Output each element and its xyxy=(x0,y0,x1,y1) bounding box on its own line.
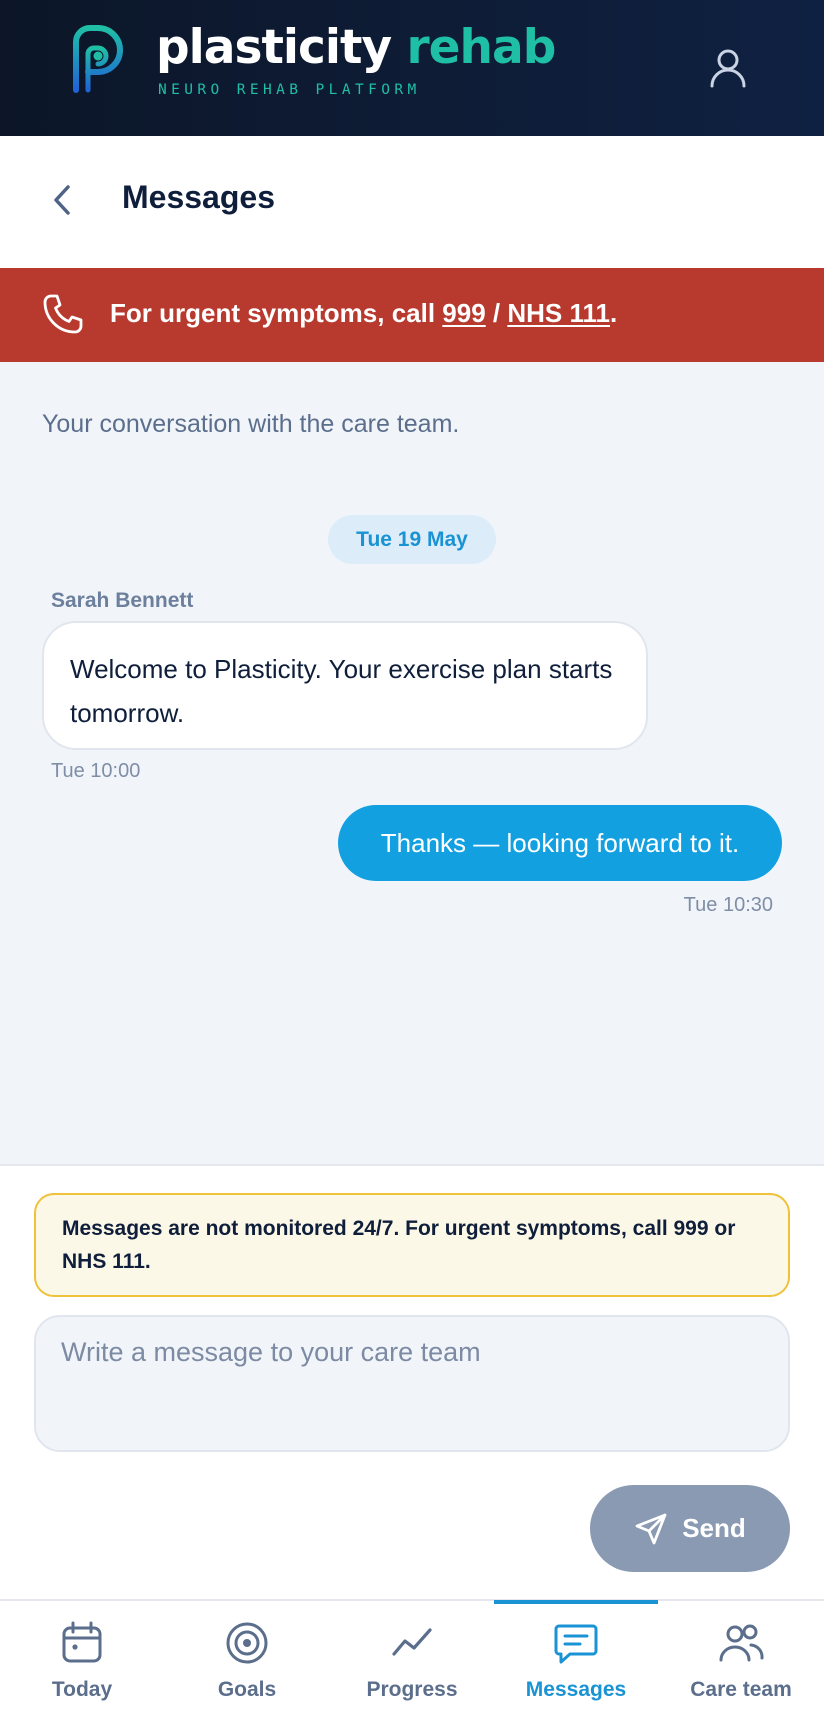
date-chip: Tue 19 May xyxy=(328,515,496,564)
profile-button[interactable] xyxy=(700,40,756,96)
call-999-link[interactable]: 999 xyxy=(442,298,485,328)
app-header: plasticity rehab NEURO REHAB PLATFORM xyxy=(0,0,824,136)
trend-line-icon xyxy=(392,1628,432,1656)
brand-tagline: NEURO REHAB PLATFORM xyxy=(158,82,421,98)
urgent-banner-text: For urgent symptoms, call 999 / NHS 111. xyxy=(110,298,617,329)
message-input[interactable] xyxy=(34,1315,790,1452)
outgoing-message-bubble: Thanks — looking forward to it. xyxy=(338,805,782,881)
brand-name-main: plasticity xyxy=(156,20,392,75)
brand-name: plasticity rehab xyxy=(156,20,556,75)
send-button[interactable]: Send xyxy=(590,1485,790,1572)
send-icon xyxy=(635,1513,667,1544)
outgoing-message-time: Tue 10:30 xyxy=(683,894,773,916)
people-icon xyxy=(719,1624,764,1662)
calendar-icon xyxy=(62,1621,102,1663)
nav-label-today: Today xyxy=(51,1678,113,1701)
back-button[interactable] xyxy=(40,178,84,222)
incoming-message-time: Tue 10:00 xyxy=(51,760,141,782)
chevron-left-icon xyxy=(54,185,70,215)
nav-label-care-team: Care team xyxy=(690,1678,792,1701)
nav-label-progress: Progress xyxy=(366,1678,458,1701)
user-icon xyxy=(710,49,746,88)
target-icon xyxy=(226,1622,268,1664)
nav-item-care-team[interactable]: Care team xyxy=(659,1599,823,1720)
page-title: Messages xyxy=(122,179,275,215)
nav-item-messages[interactable]: Messages xyxy=(494,1599,658,1720)
message-sender-name: Sarah Bennett xyxy=(51,589,194,612)
incoming-message-bubble: Welcome to Plasticity. Your exercise pla… xyxy=(42,621,648,750)
urgent-separator: / xyxy=(485,298,508,328)
call-nhs-111-link[interactable]: NHS 111 xyxy=(507,298,610,328)
message-icon xyxy=(554,1624,598,1664)
nav-item-progress[interactable]: Progress xyxy=(330,1599,494,1720)
monitoring-notice: Messages are not monitored 24/7. For urg… xyxy=(34,1193,790,1297)
nav-label-goals: Goals xyxy=(217,1678,277,1701)
nav-item-goals[interactable]: Goals xyxy=(165,1599,329,1720)
plasticity-logo-icon xyxy=(73,25,123,93)
nav-label-messages: Messages xyxy=(525,1678,627,1701)
nav-item-today[interactable]: Today xyxy=(0,1599,164,1720)
brand-name-accent: rehab xyxy=(406,20,556,75)
conversation-intro: Your conversation with the care team. xyxy=(42,410,460,438)
send-button-label: Send xyxy=(682,1513,746,1543)
phone-icon xyxy=(43,294,83,334)
urgent-prefix: For urgent symptoms, call xyxy=(110,298,443,328)
urgent-suffix: . xyxy=(610,298,618,328)
